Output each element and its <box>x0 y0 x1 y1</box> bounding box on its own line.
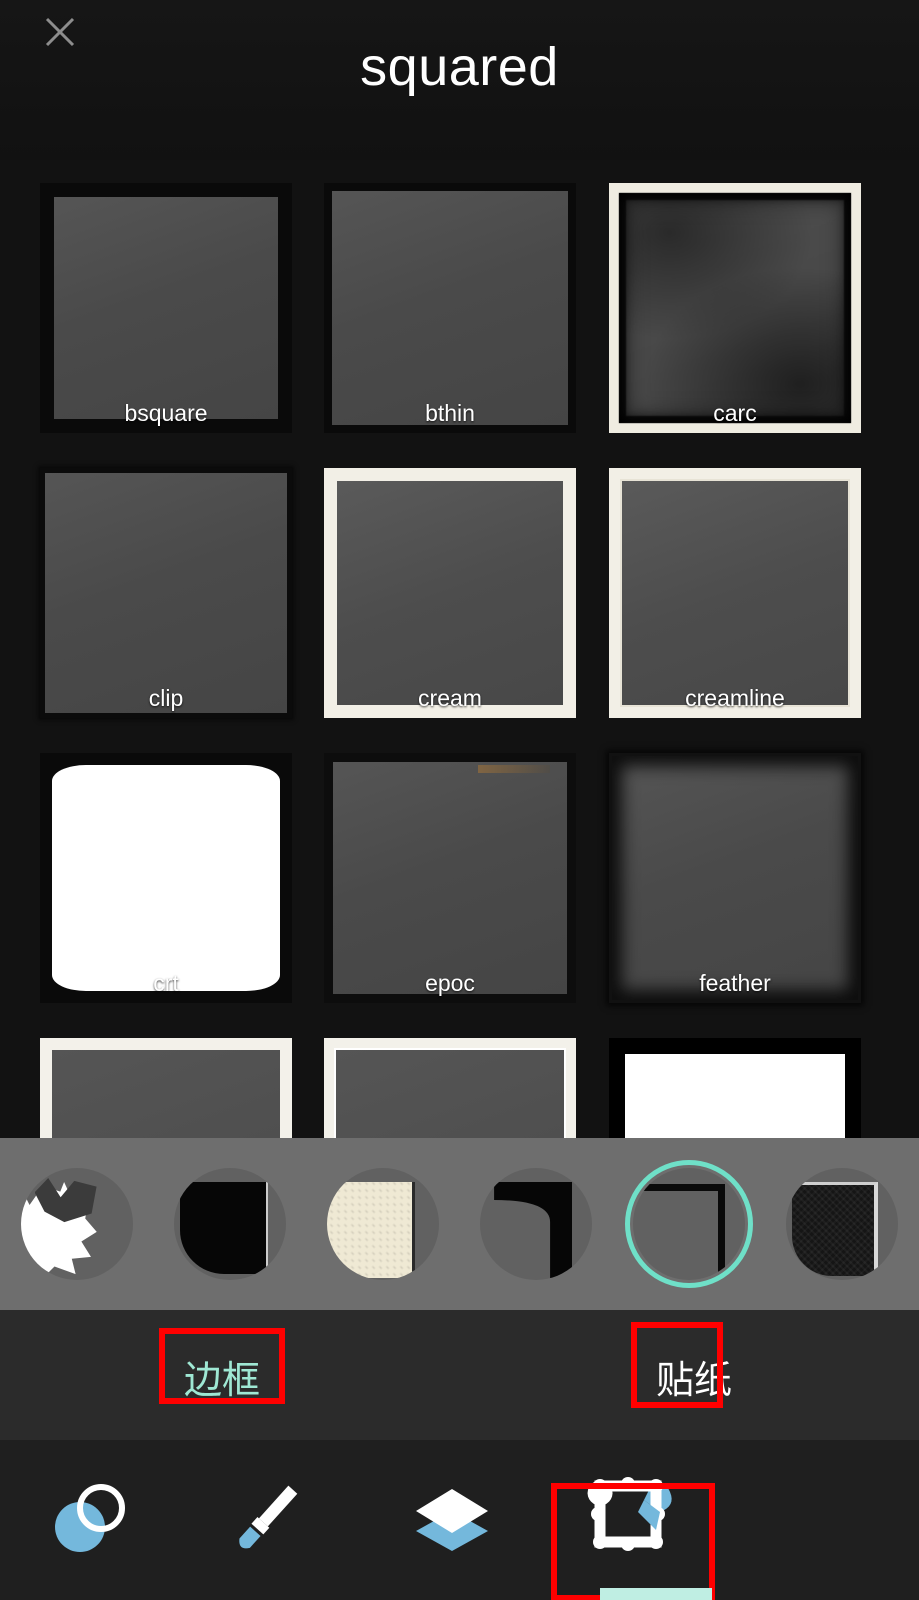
frame-item-bthin[interactable]: bthin <box>324 183 576 433</box>
frame-item-row4-1[interactable] <box>40 1038 292 1140</box>
circles-overlap-icon <box>47 1475 133 1566</box>
frame-preview <box>324 1038 576 1140</box>
frame-preview <box>324 468 576 718</box>
category-item-solid-black-frame-thumb[interactable] <box>153 1138 306 1310</box>
category-item-rounded-corner-thumb[interactable] <box>460 1138 613 1310</box>
frame-label: creamline <box>685 685 785 711</box>
frame-item-row4-2[interactable] <box>324 1038 576 1140</box>
frame-item-epoc[interactable]: epoc <box>324 753 576 1003</box>
frame-preview <box>609 183 861 433</box>
frame-item-bsquare[interactable]: bsquare <box>40 183 292 433</box>
layers-tool-button[interactable] <box>390 1462 514 1578</box>
active-tool-indicator <box>600 1588 712 1600</box>
page-title: squared <box>360 37 559 97</box>
frame-preview <box>324 753 576 1003</box>
category-item-cream-texture-thumb[interactable] <box>306 1138 459 1310</box>
frame-label: crt <box>153 970 179 996</box>
frame-preview <box>609 468 861 718</box>
frame-preview <box>40 1038 292 1140</box>
frame-item-carc[interactable]: carc <box>609 183 861 433</box>
category-item-grunge-frame-thumb[interactable] <box>0 1138 153 1310</box>
grunge-frame-thumb-icon <box>20 1168 133 1280</box>
frame-preview <box>40 753 292 1003</box>
square-frame-thumb-icon <box>633 1168 746 1280</box>
frame-item-cream[interactable]: cream <box>324 468 576 718</box>
frame-preview <box>609 753 861 1003</box>
frame-item-crt[interactable]: crt <box>40 753 292 1003</box>
frame-label: feather <box>699 970 771 996</box>
category-strip[interactable] <box>0 1138 919 1310</box>
frame-preview <box>40 468 292 718</box>
header-bar: squared <box>0 0 919 160</box>
tab-bar: 边框 贴纸 <box>0 1310 919 1440</box>
frame-grid-row: crt epoc feather <box>0 738 919 1023</box>
frame-preview <box>609 1038 861 1140</box>
brush-tool-button[interactable] <box>204 1462 328 1578</box>
frame-tool-button[interactable] <box>570 1462 694 1578</box>
frame-label: carc <box>713 400 757 426</box>
frame-grid-row <box>0 1023 919 1140</box>
frame-item-clip[interactable]: clip <box>40 468 292 718</box>
frame-item-row4-3[interactable] <box>609 1038 861 1140</box>
adjust-tool-button[interactable] <box>28 1462 152 1578</box>
frame-grid[interactable]: bsquare bthin carc clip cream creamline … <box>0 168 919 1140</box>
frame-grid-row: bsquare bthin carc <box>0 168 919 453</box>
app-root: squared bsquare bthin carc clip cream cr… <box>0 0 919 1600</box>
solid-black-frame-thumb-icon <box>173 1168 286 1280</box>
frame-label: bsquare <box>124 400 208 426</box>
frame-label: clip <box>148 685 184 711</box>
cream-texture-thumb-icon <box>326 1168 439 1280</box>
frame-label: epoc <box>425 970 475 996</box>
tab-border[interactable]: 边框 <box>159 1338 285 1414</box>
category-item-dark-texture-thumb[interactable] <box>766 1138 919 1310</box>
dark-texture-thumb-icon <box>786 1168 899 1280</box>
paintbrush-icon <box>223 1475 309 1566</box>
frame-label: cream <box>418 685 482 711</box>
bottom-toolbar <box>0 1440 919 1600</box>
layers-diamond-icon <box>406 1475 498 1566</box>
category-item-square-frame-thumb[interactable] <box>613 1138 766 1310</box>
frame-item-feather[interactable]: feather <box>609 753 861 1003</box>
frame-label: bthin <box>425 400 475 426</box>
frame-item-creamline[interactable]: creamline <box>609 468 861 718</box>
frame-grid-row: clip cream creamline <box>0 453 919 738</box>
tab-sticker[interactable]: 贴纸 <box>631 1338 757 1414</box>
rounded-corner-thumb-icon <box>480 1168 593 1280</box>
frame-preview <box>40 183 292 433</box>
frame-preview <box>324 183 576 433</box>
frame-sticker-icon <box>586 1472 678 1569</box>
